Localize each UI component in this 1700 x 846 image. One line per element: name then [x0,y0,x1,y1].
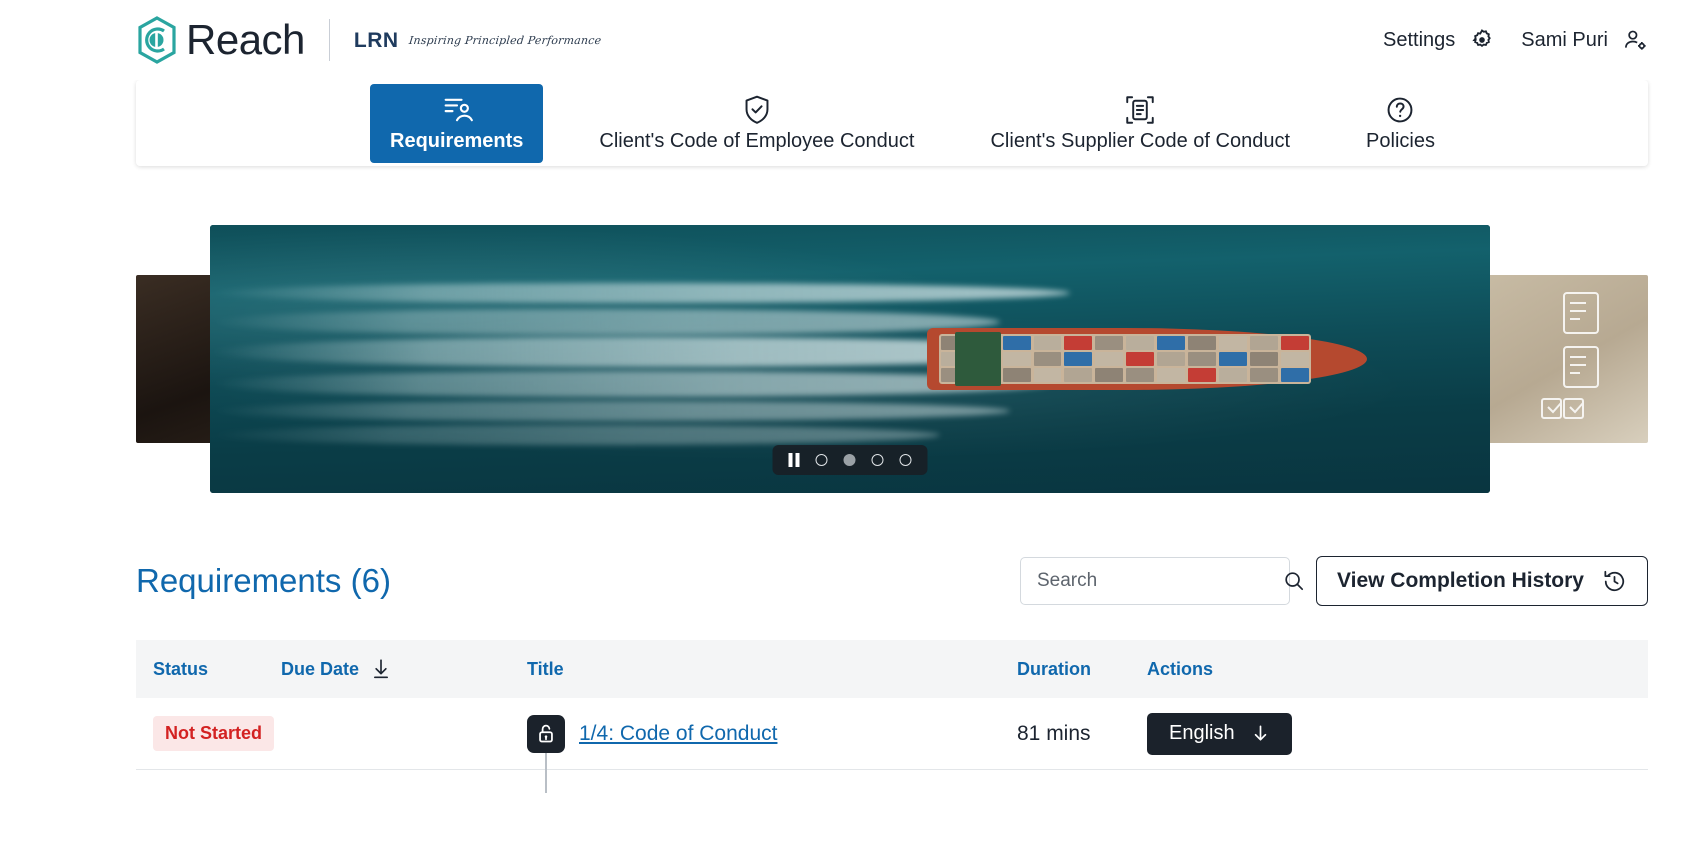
search-icon[interactable] [1282,569,1306,593]
view-completion-history-button[interactable]: View Completion History [1316,556,1648,606]
duration-value: 81 mins [1017,721,1091,745]
ship-graphic [926,328,1367,390]
tab-policies-label: Policies [1366,129,1435,152]
requirements-toolbar: View Completion History [1020,556,1648,606]
column-header-actions: Actions [1147,658,1214,679]
carousel-dot-4[interactable] [899,454,912,466]
settings-button[interactable]: Settings [1383,27,1495,53]
hero-carousel [0,224,1700,494]
carousel-dot-3[interactable] [871,454,884,466]
search-input[interactable] [1037,570,1282,592]
user-menu[interactable]: Sami Puri [1521,27,1648,53]
question-circle-icon [1385,94,1415,126]
tab-clients-supplier-code-of-conduct[interactable]: Client's Supplier Code of Conduct [970,84,1310,163]
requirement-title-link[interactable]: 1/4: Code of Conduct [579,722,777,746]
pause-icon[interactable] [788,453,800,467]
main-nav-tabs: Requirements Client's Code of Employee C… [136,80,1648,166]
tab-requirements[interactable]: Requirements [370,83,544,163]
partner-wordmark: LRN [353,28,399,52]
requirements-table: Status Due Date Title Duration Actions N… [136,640,1648,793]
language-label: English [1169,722,1235,744]
brand-divider [328,19,330,61]
user-name: Sami Puri [1521,28,1608,51]
carousel-active-slide[interactable] [210,225,1490,493]
row-connector-line [545,752,547,793]
partner-tagline: Inspiring Principled Performance [407,33,602,47]
partner-logo: LRN Inspiring Principled Performance [353,28,602,52]
carousel-dot-2[interactable] [843,454,856,466]
user-settings-icon[interactable] [1622,27,1648,53]
brand-name: Reach [186,16,305,63]
tab-clients-code-of-employee-conduct-label: Client's Code of Employee Conduct [599,129,915,152]
sort-down-arrow-icon[interactable] [371,658,391,680]
shield-check-icon [742,94,772,126]
status-badge: Not Started [153,716,275,751]
carousel-controls [772,445,928,475]
requirements-header: Requirements (6) View Completion History [136,556,1648,606]
top-bar: Reach LRN Inspiring Principled Performan… [0,0,1700,80]
row-status-cell: Not Started [136,716,281,751]
carousel-dot-1[interactable] [815,454,828,466]
brand-logo[interactable]: Reach LRN Inspiring Principled Performan… [136,16,602,64]
unlock-icon[interactable] [527,714,565,793]
download-arrow-icon [1251,723,1270,744]
settings-label: Settings [1383,28,1456,51]
table-header-row: Status Due Date Title Duration Actions [136,640,1648,698]
view-completion-history-label: View Completion History [1337,569,1584,592]
tab-policies[interactable]: Policies [1346,84,1455,163]
column-header-title[interactable]: Title [527,659,1017,680]
row-duration-cell: 81 mins [1017,722,1147,746]
history-clock-icon [1602,569,1627,594]
document-scan-icon [1124,94,1156,126]
column-header-status[interactable]: Status [136,659,281,680]
app-root: Reach LRN Inspiring Principled Performan… [0,0,1700,846]
top-bar-right: Settings Sami Puri [1383,27,1648,53]
gear-icon[interactable] [1469,27,1495,53]
row-title-cell: 1/4: Code of Conduct [527,714,1017,793]
language-launch-button[interactable]: English [1147,712,1292,755]
page-title: Requirements (6) [136,562,391,599]
tab-requirements-label: Requirements [390,129,524,152]
column-header-due-date[interactable]: Due Date [281,658,527,680]
search-box[interactable] [1020,557,1304,605]
column-header-duration[interactable]: Duration [1017,659,1147,680]
table-row: Not Started 1/4: Code of Conduct 81 mins [136,698,1648,793]
tab-clients-supplier-code-of-conduct-label: Client's Supplier Code of Conduct [990,129,1291,152]
reach-logo-icon [136,16,178,64]
tab-clients-code-of-employee-conduct[interactable]: Client's Code of Employee Conduct [579,84,934,163]
column-header-due-date-label: Due Date [281,658,360,679]
row-actions-cell: English [1147,712,1648,755]
requirements-list-icon [440,94,474,126]
